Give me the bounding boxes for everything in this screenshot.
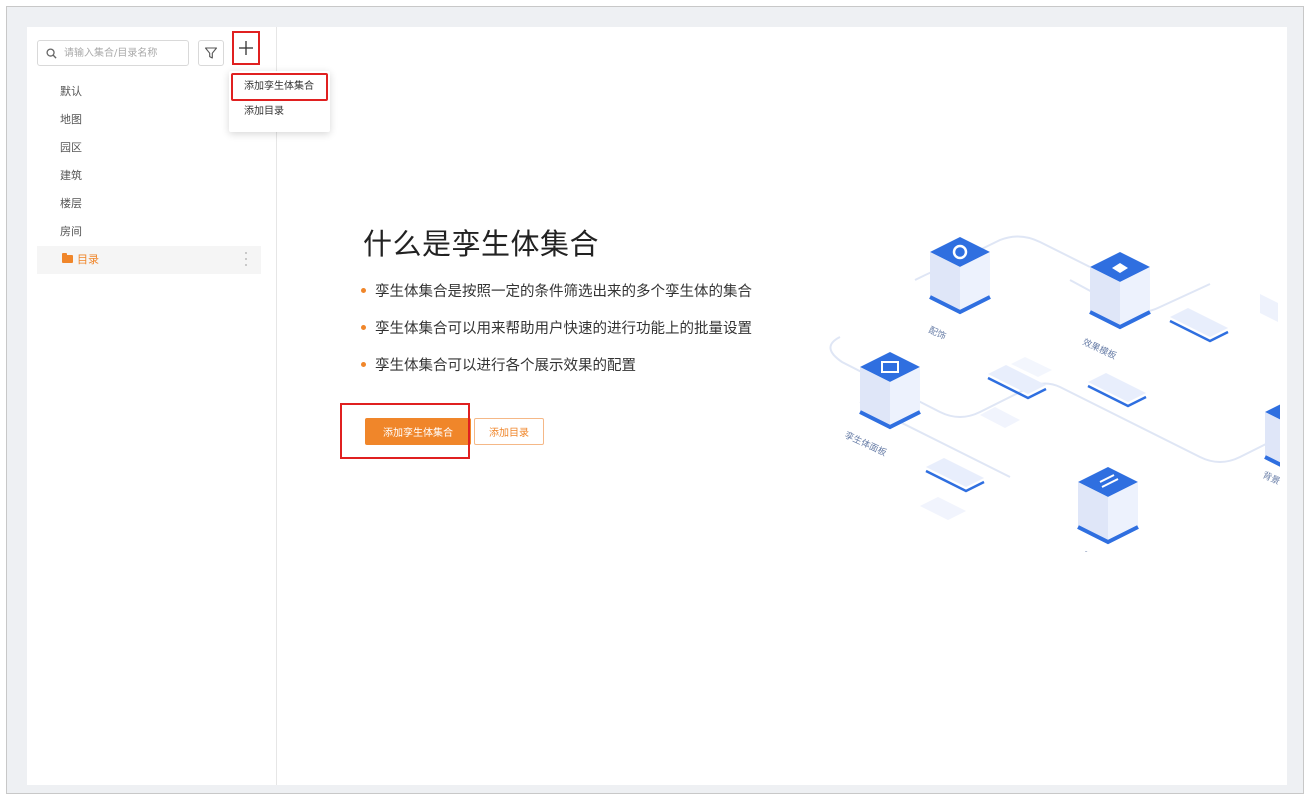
search-icon bbox=[46, 47, 57, 59]
folder-icon bbox=[62, 253, 73, 263]
feature-item: 孪生体集合可以进行各个展示效果的配置 bbox=[361, 354, 752, 391]
more-icon[interactable] bbox=[244, 252, 247, 266]
feature-item: 孪生体集合可以用来帮助用户快速的进行功能上的批量设置 bbox=[361, 317, 752, 354]
list-item-label: 默认 bbox=[60, 85, 82, 98]
add-directory-button[interactable]: 添加目录 bbox=[474, 418, 544, 445]
add-collection-button[interactable]: 添加孪生体集合 bbox=[365, 418, 471, 445]
label-twin-panel: 孪生体面板 bbox=[843, 429, 889, 459]
sidebar: 默认 地图 园区 建筑 楼层 房间 目录 添加孪生体集合 添加目录 bbox=[27, 27, 330, 785]
list-item-label: 地图 bbox=[60, 113, 82, 126]
list-item-directory[interactable]: 目录 bbox=[37, 246, 261, 274]
bullet-dot bbox=[361, 362, 366, 367]
feature-text: 孪生体集合可以用来帮助用户快速的进行功能上的批量设置 bbox=[375, 321, 752, 337]
feature-list: 孪生体集合是按照一定的条件筛选出来的多个孪生体的集合 孪生体集合可以用来帮助用户… bbox=[361, 280, 752, 391]
filter-icon bbox=[204, 47, 218, 59]
search-input[interactable] bbox=[62, 46, 186, 60]
list-item-label: 目录 bbox=[77, 253, 99, 266]
search-box[interactable] bbox=[37, 40, 189, 66]
filter-button[interactable] bbox=[198, 40, 224, 66]
feature-text: 孪生体集合可以进行各个展示效果的配置 bbox=[375, 358, 636, 374]
add-button[interactable] bbox=[232, 31, 260, 65]
plus-icon bbox=[239, 41, 253, 55]
list-item-room[interactable]: 房间 bbox=[37, 218, 261, 246]
main-content: 什么是孪生体集合 孪生体集合是按照一定的条件筛选出来的多个孪生体的集合 孪生体集… bbox=[278, 27, 1287, 785]
label-accessory: 配饰 bbox=[927, 324, 948, 342]
list-item-label: 房间 bbox=[60, 225, 82, 238]
feature-illustration: 配饰 效果模板 孪生体面板 事件 背景 bbox=[829, 235, 1280, 552]
bullet-dot bbox=[361, 288, 366, 293]
list-item-label: 园区 bbox=[60, 141, 82, 154]
content-panel: 默认 地图 园区 建筑 楼层 房间 目录 添加孪生体集合 添加目录 什么是孪生体… bbox=[27, 27, 1287, 785]
label-effect-template: 效果模板 bbox=[1081, 336, 1119, 362]
page-title: 什么是孪生体集合 bbox=[363, 227, 600, 261]
list-item-map[interactable]: 地图 bbox=[37, 106, 261, 134]
collection-list: 默认 地图 园区 建筑 楼层 房间 目录 bbox=[37, 78, 261, 274]
label-event: 事件 bbox=[1081, 549, 1102, 552]
list-item-default[interactable]: 默认 bbox=[37, 78, 261, 106]
feature-text: 孪生体集合是按照一定的条件筛选出来的多个孪生体的集合 bbox=[375, 284, 752, 300]
list-item-label: 楼层 bbox=[60, 197, 82, 210]
label-background: 背景 bbox=[1261, 469, 1280, 487]
list-item-floor[interactable]: 楼层 bbox=[37, 190, 261, 218]
feature-item: 孪生体集合是按照一定的条件筛选出来的多个孪生体的集合 bbox=[361, 280, 752, 317]
list-item-building[interactable]: 建筑 bbox=[37, 162, 261, 190]
bullet-dot bbox=[361, 325, 366, 330]
list-item-park[interactable]: 园区 bbox=[37, 134, 261, 162]
list-item-label: 建筑 bbox=[60, 169, 82, 182]
app-frame: 默认 地图 园区 建筑 楼层 房间 目录 添加孪生体集合 添加目录 什么是孪生体… bbox=[6, 6, 1304, 794]
